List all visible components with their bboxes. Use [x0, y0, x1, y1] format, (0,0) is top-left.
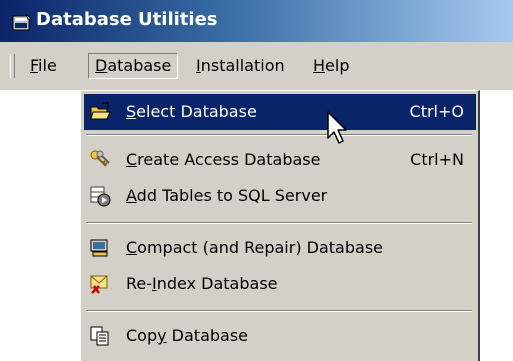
menu-item-label: Copy Database: [126, 326, 249, 345]
menu-item-label: Select Database: [126, 102, 257, 121]
menubar-grip[interactable]: [10, 54, 15, 78]
menu-file[interactable]: File: [24, 53, 63, 79]
menu-item-compact-repair-database[interactable]: Compact (and Repair) Database: [84, 230, 476, 266]
menu-item-create-access-database[interactable]: Create Access Database Ctrl+N: [84, 142, 476, 178]
menu-separator: [86, 222, 472, 224]
menu-item-copy-database[interactable]: Copy Database: [84, 318, 476, 354]
menu-item-label: Add Tables to SQL Server: [126, 186, 328, 205]
app-window: Database Utilities File Database Install…: [0, 0, 513, 361]
menu-item-reindex-database[interactable]: Re-Index Database: [84, 266, 476, 302]
table-play-icon: [90, 186, 111, 207]
mouse-pointer-icon: [327, 111, 347, 144]
app-icon: [12, 13, 32, 31]
menu-item-label: Compact (and Repair) Database: [126, 238, 383, 257]
menu-help[interactable]: Help: [307, 53, 355, 79]
menu-item-label: Create Access Database: [126, 150, 321, 169]
menu-item-select-database[interactable]: Select Database Ctrl+O: [84, 94, 476, 130]
compact-icon: [90, 239, 108, 257]
window-title: Database Utilities: [36, 9, 218, 30]
keys-icon: [90, 150, 110, 167]
menu-item-label: Re-Index Database: [126, 274, 278, 293]
menu-item-shortcut: Ctrl+O: [409, 102, 464, 121]
copy-icon: [90, 326, 109, 346]
menu-separator: [86, 310, 472, 312]
database-menu-dropdown: Select Database Ctrl+O Create Access Dat…: [80, 90, 480, 361]
menu-installation[interactable]: Installation: [190, 53, 291, 79]
menu-bar: File Database Installation Help: [0, 42, 513, 90]
title-bar[interactable]: Database Utilities: [0, 0, 513, 42]
open-folder-icon: [90, 102, 111, 120]
menu-item-add-tables-sql-server[interactable]: Add Tables to SQL Server: [84, 178, 476, 214]
menu-separator: [86, 134, 472, 136]
reindex-icon: [90, 275, 108, 294]
menu-database[interactable]: Database: [88, 53, 179, 79]
menu-item-shortcut: Ctrl+N: [410, 150, 464, 169]
